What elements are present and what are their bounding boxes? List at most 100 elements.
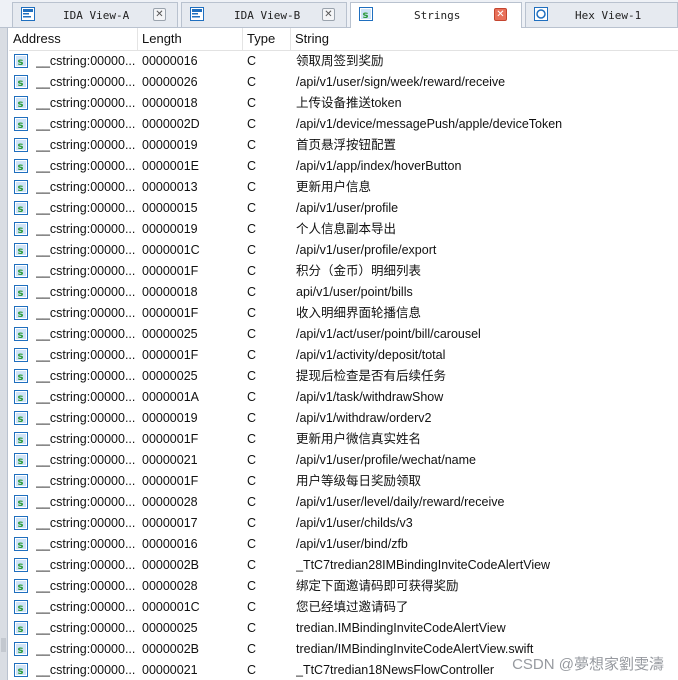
table-row[interactable]: s __cstring:00000... 00000019 C 首页悬浮按钮配置 [9, 135, 678, 156]
column-header-length[interactable]: Length [138, 28, 243, 50]
cell-string: 绑定下面邀请码即可获得奖励 [296, 579, 459, 593]
cell-length: 0000001F [142, 432, 199, 446]
cell-address: __cstring:00000... [36, 642, 136, 656]
tab-label: IDA View-B [234, 9, 301, 22]
table-row[interactable]: s __cstring:00000... 00000018 Capi/v1/user/… [9, 282, 678, 303]
tab-strings[interactable]: s Strings ✕ [350, 2, 522, 28]
table-row[interactable]: s __cstring:00000... 00000016 C/api/v1/user… [9, 534, 678, 555]
cell-string: 提现后检查是否有后续任务 [296, 369, 447, 383]
table-row[interactable]: s __cstring:00000... 00000013 C 更新用户信息 [9, 177, 678, 198]
table-row[interactable]: s __cstring:00000... 0000001C C 您已经填过邀请码了 [9, 597, 678, 618]
table-row[interactable]: s __cstring:00000... 00000018 C 上传设备推送token [9, 93, 678, 114]
cell-type: C [247, 390, 257, 404]
table-row[interactable]: s __cstring:00000... 00000021 C/api/v1/user… [9, 450, 678, 471]
table-row[interactable]: s __cstring:00000... 0000001E C/api/v1/app/… [9, 156, 678, 177]
column-header-type[interactable]: Type [243, 28, 291, 50]
cell-type: C [247, 495, 257, 509]
string-icon: s [14, 474, 28, 488]
cell-string: tredian.IMBindingInviteCodeAlertView [296, 621, 506, 635]
tab-ida-view-b[interactable]: IDA View-B ✕ [181, 2, 347, 27]
close-icon[interactable]: ✕ [494, 8, 507, 21]
table-row[interactable]: s __cstring:00000... 00000017 C/api/v1/user… [9, 513, 678, 534]
cell-type: C [247, 96, 257, 110]
ida-view-icon [190, 7, 204, 21]
cell-string: 更新用户微信真实姓名 [296, 432, 422, 446]
string-icon: s [14, 537, 28, 551]
cell-type: C [247, 327, 257, 341]
table-row[interactable]: s __cstring:00000... 0000001F C 收入明细界面轮播信息 [9, 303, 678, 324]
cell-string: 领取周签到奖励 [296, 54, 384, 68]
svg-text:s: s [18, 372, 24, 383]
table-row[interactable]: s __cstring:00000... 0000001C C/api/v1/user… [9, 240, 678, 261]
column-header-string[interactable]: String [291, 28, 678, 50]
tab-ida-view-a[interactable]: IDA View-A ✕ [12, 2, 178, 27]
table-row[interactable]: s __cstring:00000... 00000025 Ctredian.IMBi… [9, 618, 678, 639]
string-icon: s [14, 159, 28, 173]
cell-length: 00000019 [142, 222, 198, 236]
svg-text:s: s [18, 666, 24, 677]
string-icon: s [14, 348, 28, 362]
cell-address: __cstring:00000... [36, 558, 136, 572]
cell-length: 00000019 [142, 411, 198, 425]
svg-text:s: s [18, 162, 24, 173]
table-row[interactable]: s __cstring:00000... 00000025 C 提现后检查是否有后续任务 [9, 366, 678, 387]
cell-length: 0000001C [142, 243, 200, 257]
string-icon: s [14, 306, 28, 320]
cell-address: __cstring:00000... [36, 390, 136, 404]
svg-text:s: s [18, 183, 24, 194]
cell-type: C [247, 579, 257, 593]
table-row[interactable]: s __cstring:00000... 00000016 C 领取周签到奖励 [9, 51, 678, 72]
cell-string: 您已经填过邀请码了 [296, 600, 409, 614]
cell-address: __cstring:00000... [36, 159, 136, 173]
cell-length: 00000028 [142, 495, 198, 509]
table-row[interactable]: s __cstring:00000... 00000019 C/api/v1/with… [9, 408, 678, 429]
cell-length: 00000019 [142, 138, 198, 152]
table-row[interactable]: s __cstring:00000... 00000026 C/api/v1/user… [9, 72, 678, 93]
string-icon: s [14, 117, 28, 131]
cell-type: C [247, 453, 257, 467]
string-icon: s [14, 264, 28, 278]
gutter-marker [1, 638, 6, 652]
cell-type: C [247, 222, 257, 236]
close-icon[interactable]: ✕ [322, 8, 335, 21]
cell-address: __cstring:00000... [36, 138, 136, 152]
cell-type: C [247, 180, 257, 194]
close-icon[interactable]: ✕ [153, 8, 166, 21]
table-row[interactable]: s __cstring:00000... 0000002D C/api/v1/devi… [9, 114, 678, 135]
table-row[interactable]: s __cstring:00000... 00000028 C 绑定下面邀请码即可获得奖… [9, 576, 678, 597]
cell-string: 用户等级每日奖励领取 [296, 474, 422, 488]
table-row[interactable]: s __cstring:00000... 00000028 C/api/v1/user… [9, 492, 678, 513]
cell-length: 0000001F [142, 348, 199, 362]
string-icon: s [14, 558, 28, 572]
table-row[interactable]: s __cstring:00000... 00000025 C/api/v1/act/… [9, 324, 678, 345]
column-header-address[interactable]: Address [9, 28, 138, 50]
cell-string: 个人信息副本导出 [296, 222, 397, 236]
cell-length: 0000001F [142, 474, 199, 488]
cell-length: 0000001F [142, 306, 199, 320]
cell-address: __cstring:00000... [36, 243, 136, 257]
cell-type: C [247, 201, 257, 215]
svg-text:s: s [18, 330, 24, 341]
svg-text:s: s [18, 498, 24, 509]
cell-string: /api/v1/act/user/point/bill/carousel [296, 327, 481, 341]
cell-type: C [247, 411, 257, 425]
table-row[interactable]: s __cstring:00000... 0000002B C _TtC7tredian… [9, 555, 678, 576]
table-row[interactable]: s __cstring:00000... 0000001F C/api/v1/acti… [9, 345, 678, 366]
cell-string: /api/v1/user/profile/export [296, 243, 437, 257]
cell-type: C [247, 516, 257, 530]
svg-text:s: s [18, 456, 24, 467]
cell-address: __cstring:00000... [36, 222, 136, 236]
cell-type: C [247, 537, 257, 551]
table-row[interactable]: s __cstring:00000... 0000001A C/api/v1/task… [9, 387, 678, 408]
cell-type: C [247, 138, 257, 152]
table-row[interactable]: s __cstring:00000... 00000015 C/api/v1/user… [9, 198, 678, 219]
tab-hex-view-1[interactable]: Hex View-1 [525, 2, 678, 27]
cell-length: 00000016 [142, 54, 198, 68]
table-row[interactable]: s __cstring:00000... 0000001F C 用户等级每日奖励领取 [9, 471, 678, 492]
table-row[interactable]: s __cstring:00000... 00000019 C 个人信息副本导出 [9, 219, 678, 240]
table-row[interactable]: s __cstring:00000... 0000001F C 积分（金币）明细列表 [9, 261, 678, 282]
cell-length: 00000017 [142, 516, 198, 530]
table-row[interactable]: s __cstring:00000... 0000001F C 更新用户微信真实姓名 [9, 429, 678, 450]
left-gutter [0, 28, 8, 680]
string-icon: s [14, 369, 28, 383]
